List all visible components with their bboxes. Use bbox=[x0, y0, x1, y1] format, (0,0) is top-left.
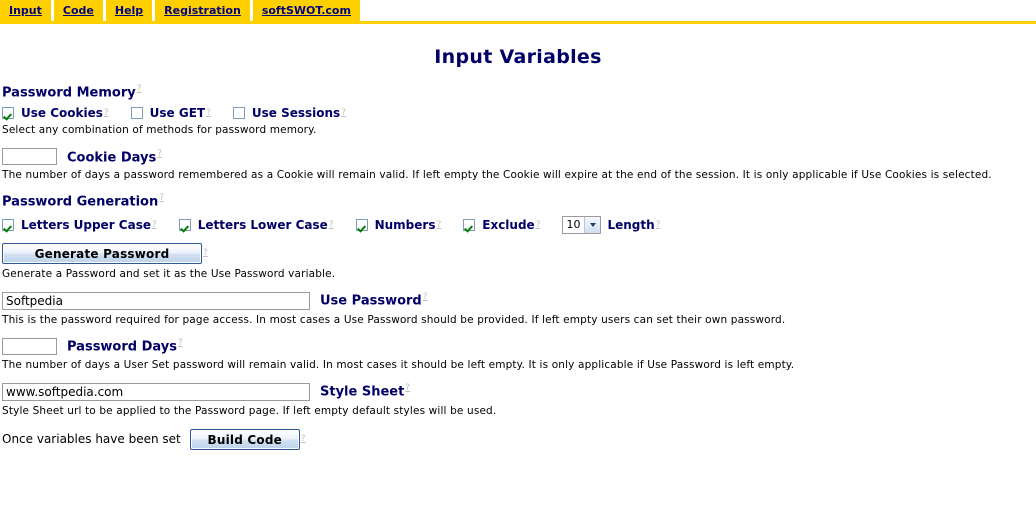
password-memory-description: Select any combination of methods for pa… bbox=[2, 124, 317, 137]
password-memory-heading: Password Memory? bbox=[2, 84, 142, 100]
help-icon-use-cookies[interactable]: ? bbox=[104, 108, 109, 118]
nav-item-label: softSWOT.com bbox=[261, 4, 351, 17]
style-sheet-row: Style Sheet? bbox=[2, 382, 1034, 401]
checkbox-label-use-sessions: Use Sessions bbox=[251, 106, 341, 121]
password-days-row: Password Days? bbox=[2, 337, 1034, 355]
length-label: Length bbox=[607, 217, 655, 232]
help-icon-letters-upper-case[interactable]: ? bbox=[152, 220, 157, 230]
checkbox-label-letters-upper-case: Letters Upper Case bbox=[21, 217, 151, 232]
password-generation-options-row: Letters Upper Case? Letters Lower Case? … bbox=[2, 215, 1034, 234]
help-icon-password-generation[interactable]: ? bbox=[159, 193, 164, 203]
style-sheet-description: Style Sheet url to be applied to the Pas… bbox=[2, 404, 497, 417]
checkbox-use-get[interactable] bbox=[130, 107, 143, 120]
checkbox-group-use-sessions[interactable]: Use Sessions? bbox=[232, 106, 346, 121]
checkbox-label-numbers: Numbers bbox=[374, 217, 436, 232]
checkbox-label-use-get: Use GET bbox=[149, 106, 206, 121]
checkbox-group-numbers[interactable]: Numbers? bbox=[355, 217, 441, 232]
password-days-input[interactable] bbox=[2, 337, 57, 355]
cookie-days-row: Cookie Days? bbox=[2, 148, 1034, 166]
nav-item-label: Input bbox=[9, 4, 42, 17]
cookie-days-section: Cookie Days? The number of days a passwo… bbox=[2, 148, 1034, 181]
nav-item-label: Registration bbox=[164, 4, 241, 17]
password-memory-section: Password Memory? Use Cookies? Use GET? U… bbox=[2, 84, 1034, 136]
help-icon-password-days[interactable]: ? bbox=[178, 338, 183, 348]
nav-item-registration[interactable]: Registration bbox=[155, 0, 250, 21]
checkbox-group-use-get[interactable]: Use GET? bbox=[130, 106, 211, 121]
cookie-days-label: Cookie Days bbox=[67, 149, 157, 165]
style-sheet-label-wrap: Style Sheet? bbox=[320, 383, 410, 399]
password-generation-heading: Password Generation? bbox=[2, 193, 164, 209]
nav-item-code[interactable]: Code bbox=[53, 0, 103, 21]
use-password-label: Use Password bbox=[320, 293, 422, 309]
checkbox-label-letters-lower-case: Letters Lower Case bbox=[197, 217, 328, 232]
checkbox-use-sessions[interactable] bbox=[232, 107, 245, 120]
checkbox-label-use-cookies: Use Cookies bbox=[21, 106, 103, 121]
checkbox-use-cookies[interactable] bbox=[2, 107, 14, 120]
help-icon-use-sessions[interactable]: ? bbox=[341, 108, 346, 118]
password-memory-checkbox-row: Use Cookies? Use GET? Use Sessions? bbox=[2, 106, 1034, 120]
nav-item-label: Code bbox=[62, 4, 94, 17]
checkbox-numbers[interactable] bbox=[355, 218, 368, 231]
generate-password-row: Generate Password ? bbox=[2, 242, 1034, 264]
password-generation-description: Generate a Password and set it as the Us… bbox=[2, 267, 336, 280]
style-sheet-label: Style Sheet bbox=[320, 384, 405, 400]
nav-item-label: Help bbox=[114, 4, 144, 17]
length-select[interactable]: 10 bbox=[562, 215, 602, 234]
checkbox-letters-upper-case[interactable] bbox=[2, 218, 14, 231]
cookie-days-description: The number of days a password remembered… bbox=[2, 169, 992, 182]
build-code-button[interactable]: Build Code bbox=[189, 428, 300, 450]
checkbox-group-letters-upper-case[interactable]: Letters Upper Case? bbox=[2, 218, 157, 232]
checkbox-letters-lower-case[interactable] bbox=[178, 218, 191, 231]
help-icon-cookie-days[interactable]: ? bbox=[157, 149, 162, 159]
top-navigation-bar: Input Code Help Registration softSWOT.co… bbox=[0, 0, 1036, 21]
password-days-description: The number of days a User Set password w… bbox=[2, 358, 795, 371]
use-password-description: This is the password required for page a… bbox=[2, 313, 786, 326]
use-password-input[interactable] bbox=[2, 291, 310, 310]
help-icon-generate-password[interactable]: ? bbox=[203, 248, 208, 258]
nav-item-input[interactable]: Input bbox=[0, 0, 51, 21]
password-days-label-wrap: Password Days? bbox=[67, 338, 183, 354]
cookie-days-input[interactable] bbox=[2, 148, 57, 166]
password-generation-section: Password Generation? Letters Upper Case?… bbox=[2, 193, 1034, 280]
length-field-group: 10 Length? bbox=[562, 215, 661, 234]
password-days-label: Password Days bbox=[67, 339, 177, 355]
help-icon-numbers[interactable]: ? bbox=[436, 220, 441, 230]
nav-item-softswot[interactable]: softSWOT.com bbox=[252, 0, 360, 21]
cookie-days-label-wrap: Cookie Days? bbox=[67, 149, 162, 165]
help-icon-exclude[interactable]: ? bbox=[536, 220, 541, 230]
build-code-row: Once variables have been set Build Code … bbox=[2, 428, 1034, 450]
help-icon-length[interactable]: ? bbox=[656, 220, 661, 230]
nav-item-help[interactable]: Help bbox=[105, 0, 153, 21]
help-icon-use-password[interactable]: ? bbox=[423, 292, 428, 302]
help-icon-style-sheet[interactable]: ? bbox=[405, 383, 410, 393]
help-icon-letters-lower-case[interactable]: ? bbox=[329, 220, 334, 230]
main-content: Password Memory? Use Cookies? Use GET? U… bbox=[0, 84, 1036, 450]
checkbox-group-use-cookies[interactable]: Use Cookies? bbox=[2, 106, 109, 120]
help-icon-password-memory[interactable]: ? bbox=[137, 84, 142, 94]
page-title: Input Variables bbox=[434, 46, 602, 68]
length-select-value: 10 bbox=[566, 218, 581, 232]
checkbox-label-exclude: Exclude bbox=[482, 217, 535, 232]
help-icon-build-code[interactable]: ? bbox=[301, 434, 306, 444]
nav-divider-rule bbox=[0, 21, 1036, 24]
checkbox-exclude[interactable] bbox=[463, 218, 476, 231]
chevron-down-icon[interactable] bbox=[584, 216, 601, 233]
style-sheet-section: Style Sheet? Style Sheet url to be appli… bbox=[2, 382, 1034, 417]
use-password-section: Use Password? This is the password requi… bbox=[2, 291, 1034, 326]
style-sheet-input[interactable] bbox=[2, 382, 310, 401]
use-password-row: Use Password? bbox=[2, 291, 1034, 310]
checkbox-group-exclude[interactable]: Exclude? bbox=[463, 218, 540, 232]
password-generation-heading-label: Password Generation bbox=[2, 194, 159, 210]
checkbox-group-letters-lower-case[interactable]: Letters Lower Case? bbox=[178, 217, 334, 232]
help-icon-use-get[interactable]: ? bbox=[206, 108, 211, 118]
password-days-section: Password Days? The number of days a User… bbox=[2, 337, 1034, 371]
build-code-pre-text: Once variables have been set bbox=[2, 432, 181, 447]
password-memory-heading-label: Password Memory bbox=[2, 85, 136, 101]
generate-password-button[interactable]: Generate Password bbox=[2, 242, 202, 264]
use-password-label-wrap: Use Password? bbox=[320, 292, 428, 308]
